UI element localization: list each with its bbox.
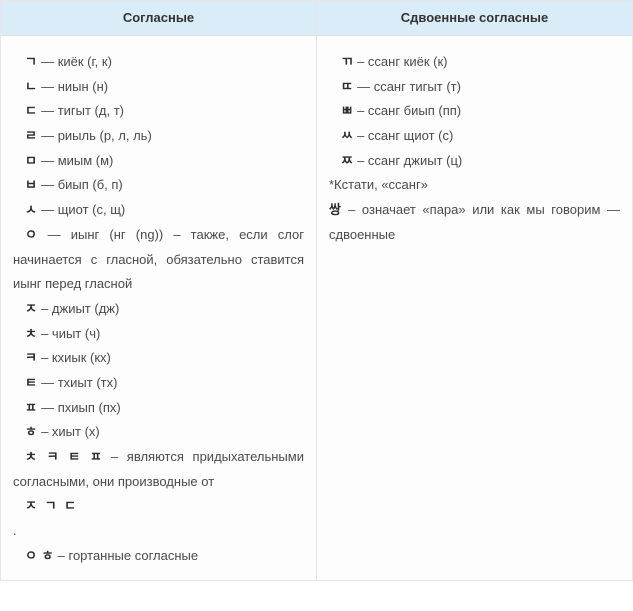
hangul-glyph: ㄱ (25, 54, 37, 69)
glyph-desc: — риыль (р, л, ль) (37, 128, 151, 143)
table-container: Согласные ㄱ — киёк (г, к) ㄴ — ниын (н) ㄷ… (0, 0, 633, 581)
hangul-glyph-group: ㅇ ㅎ (25, 548, 54, 563)
list-item: ㄲ – ссанг киёк (к) (329, 50, 620, 75)
double-consonants-content: ㄲ – ссанг киёк (к) ㄸ — ссанг тигыт (т) ㅃ… (317, 36, 632, 260)
consonants-content: ㄱ — киёк (г, к) ㄴ — ниын (н) ㄷ — тигыт (… (1, 36, 316, 580)
hangul-glyph: ㅍ (25, 400, 37, 415)
glyph-desc: – ссанг щиот (с) (353, 128, 453, 143)
hangul-glyph-group: ㅊ ㅋ ㅌ ㅍ (25, 449, 102, 464)
guttural-note: ㅇ ㅎ – гортанные согласные (13, 544, 304, 569)
list-item: ㅂ — биып (б, п) (13, 173, 304, 198)
note-text: – гортанные согласные (54, 548, 198, 563)
meaning-text: – означает «пара» или как мы говорим — с… (329, 202, 620, 242)
glyph-desc: — щиот (с, щ) (37, 202, 125, 217)
list-item: ㅍ — пхиып (пх) (13, 396, 304, 421)
glyph-desc: — миым (м) (37, 153, 113, 168)
list-item: ㅉ – ссанг джиыт (ц) (329, 149, 620, 174)
glyph-desc: – кхиык (кх) (37, 350, 110, 365)
glyph-desc: – ссанг киёк (к) (353, 54, 447, 69)
hangul-glyph: ㄷ (25, 103, 37, 118)
list-item: ㅌ — тхиыт (тх) (13, 371, 304, 396)
aspirated-note: ㅊ ㅋ ㅌ ㅍ – являются придыхательными согла… (13, 445, 304, 494)
list-item: ㅆ – ссанг щиот (с) (329, 124, 620, 149)
hangul-glyph: ㄹ (25, 128, 37, 143)
hangul-word: 쌍 (329, 202, 341, 217)
hangul-glyph: ㅉ (341, 153, 353, 168)
glyph-desc: – чиыт (ч) (37, 326, 100, 341)
ssang-meaning: 쌍 – означает «пара» или как мы говорим —… (329, 198, 620, 247)
hangul-glyph: ㅊ (25, 326, 37, 341)
list-item-multiline: ㅇ — иынг (нг (ng)) – также, если слог на… (13, 223, 304, 297)
hangul-glyph: ㅋ (25, 350, 37, 365)
double-consonants-column: Сдвоенные согласные ㄲ – ссанг киёк (к) ㄸ… (317, 1, 632, 580)
glyph-desc: — пхиып (пх) (37, 400, 120, 415)
hangul-glyph: ㅆ (341, 128, 353, 143)
list-item: ㅎ – хиыт (х) (13, 420, 304, 445)
aside-note: *Кстати, «ссанг» (329, 173, 620, 198)
list-item: ㄹ — риыль (р, л, ль) (13, 124, 304, 149)
list-item: ㅁ — миым (м) (13, 149, 304, 174)
glyph-desc: – ссанг биып (пп) (353, 103, 461, 118)
glyph-desc: – ссанг джиыт (ц) (353, 153, 462, 168)
hangul-glyph: ㄴ (25, 79, 37, 94)
glyph-desc: — ссанг тигыт (т) (353, 79, 460, 94)
hangul-glyph: ㅇ (25, 227, 37, 242)
list-item: ㅅ — щиот (с, щ) (13, 198, 304, 223)
dot-line: . (13, 519, 304, 544)
two-column-layout: Согласные ㄱ — киёк (г, к) ㄴ — ниын (н) ㄷ… (1, 1, 632, 580)
derived-from-row: ㅈ ㄱ ㄷ (13, 494, 304, 519)
glyph-desc: — киёк (г, к) (37, 54, 111, 69)
hangul-glyph: ㄸ (341, 79, 353, 94)
list-item: ㄸ — ссанг тигыт (т) (329, 75, 620, 100)
hangul-glyph: ㅁ (25, 153, 37, 168)
glyph-desc: – джиыт (дж) (37, 301, 119, 316)
list-item: ㄱ — киёк (г, к) (13, 50, 304, 75)
glyph-desc: — тхиыт (тх) (37, 375, 117, 390)
hangul-glyph: ㄲ (341, 54, 353, 69)
glyph-desc: — ниын (н) (37, 79, 108, 94)
hangul-glyph: ㅅ (25, 202, 37, 217)
glyph-desc: – хиыт (х) (37, 424, 99, 439)
hangul-glyph: ㅈ (25, 301, 37, 316)
list-item: ㄷ — тигыт (д, т) (13, 99, 304, 124)
column-header-consonants: Согласные (1, 1, 316, 36)
glyph-desc: — иынг (нг (ng)) – также, если слог начи… (13, 227, 304, 291)
hangul-glyph: ㅌ (25, 375, 37, 390)
hangul-glyph: ㅃ (341, 103, 353, 118)
list-item: ㅈ – джиыт (дж) (13, 297, 304, 322)
list-item: ㅃ – ссанг биып (пп) (329, 99, 620, 124)
glyph-desc: — биып (б, п) (37, 177, 122, 192)
hangul-glyph: ㅎ (25, 424, 37, 439)
consonants-column: Согласные ㄱ — киёк (г, к) ㄴ — ниын (н) ㄷ… (1, 1, 317, 580)
list-item: ㅊ – чиыт (ч) (13, 322, 304, 347)
hangul-glyph: ㅂ (25, 177, 37, 192)
list-item: ㄴ — ниын (н) (13, 75, 304, 100)
column-header-double: Сдвоенные согласные (317, 1, 632, 36)
glyph-desc: — тигыт (д, т) (37, 103, 124, 118)
list-item: ㅋ – кхиык (кх) (13, 346, 304, 371)
